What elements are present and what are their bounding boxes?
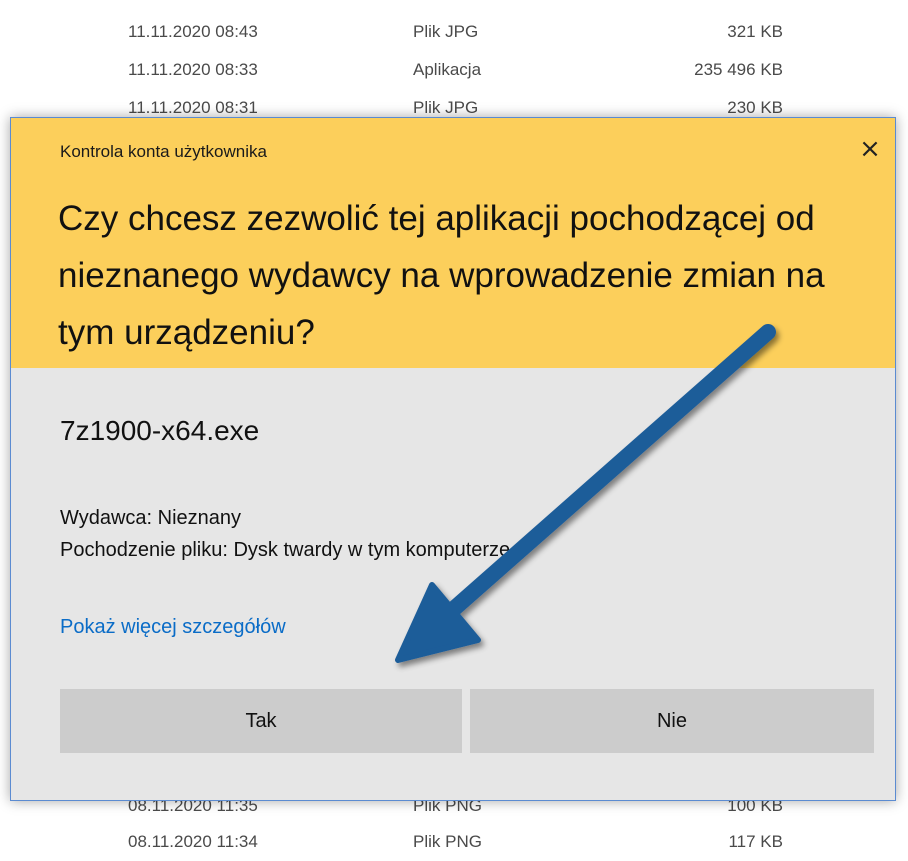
file-date: 11.11.2020 08:33	[128, 60, 258, 79]
file-size: 230 KB	[727, 98, 783, 117]
program-filename: 7z1900-x64.exe	[60, 415, 260, 446]
file-type: Plik PNG	[413, 832, 482, 851]
file-size: 117 KB	[728, 832, 783, 851]
file-type: Plik JPG	[413, 22, 479, 41]
show-more-details-link[interactable]: Pokaż więcej szczegółów	[60, 616, 286, 639]
dialog-question: Czy chcesz zezwolić tej aplikacji pochod…	[58, 199, 825, 352]
yes-button[interactable]: Tak	[60, 689, 462, 753]
file-size: 321 KB	[727, 22, 783, 41]
file-type: Aplikacja	[413, 60, 482, 79]
file-type: Plik JPG	[413, 98, 479, 117]
dialog-caption: Kontrola konta użytkownika	[60, 142, 267, 161]
file-origin-text: Pochodzenie pliku: Dysk twardy w tym kom…	[60, 539, 511, 561]
file-date: 11.11.2020 08:43	[128, 22, 258, 41]
publisher-text: Wydawca: Nieznany	[60, 507, 242, 529]
file-size: 235 496 KB	[694, 60, 783, 79]
file-row[interactable]: 11.11.2020 08:43 Plik JPG 321 KB	[0, 15, 908, 49]
file-date: 11.11.2020 08:31	[128, 98, 258, 117]
dialog-header: Kontrola konta użytkownika × Czy chcesz …	[11, 118, 895, 368]
close-icon[interactable]: ×	[855, 134, 885, 164]
file-row[interactable]: 11.11.2020 08:33 Aplikacja 235 496 KB	[0, 53, 908, 87]
no-button[interactable]: Nie	[470, 689, 874, 753]
file-date: 08.11.2020 11:34	[128, 832, 258, 851]
file-row[interactable]: 08.11.2020 11:34 Plik PNG 117 KB	[0, 825, 908, 859]
uac-dialog: Kontrola konta użytkownika × Czy chcesz …	[10, 117, 896, 801]
